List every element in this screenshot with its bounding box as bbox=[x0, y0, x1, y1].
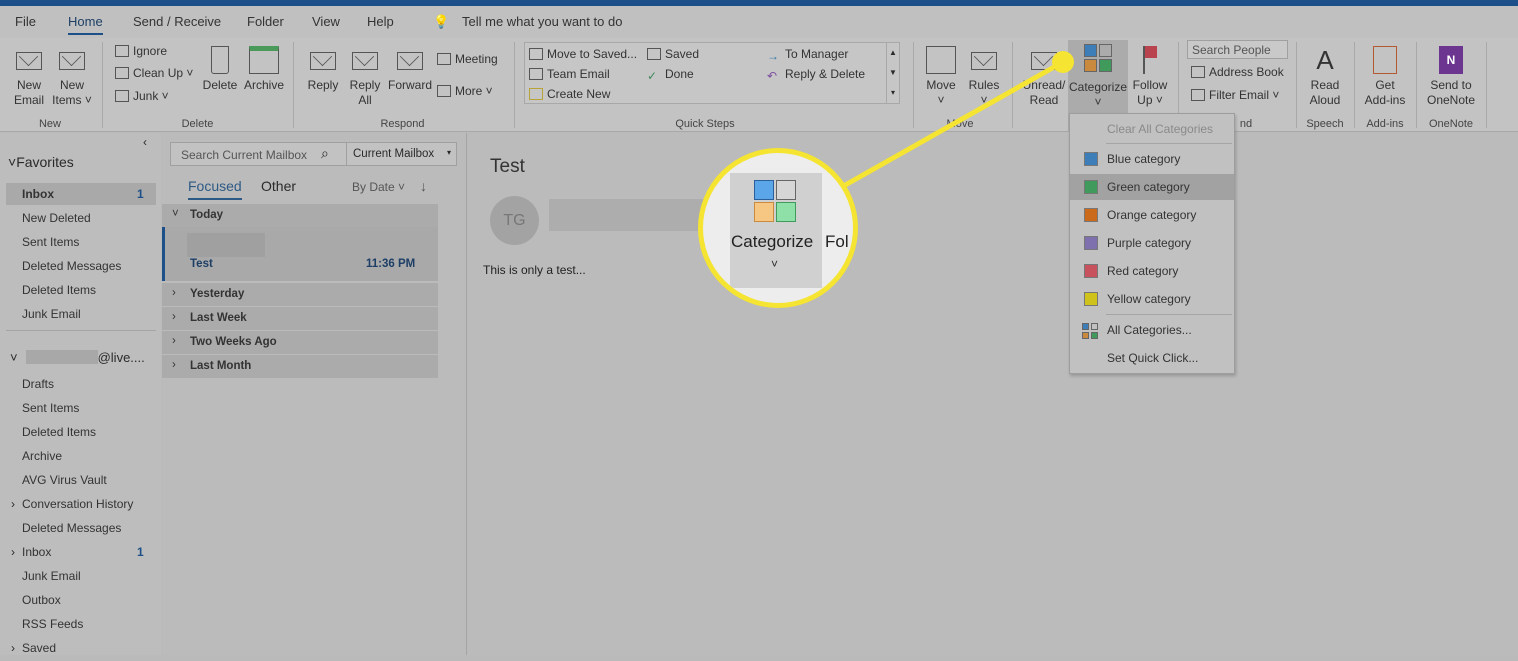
categorize-icon bbox=[754, 180, 796, 222]
magnified-follow-label: Fol bbox=[825, 232, 849, 251]
magnified-categorize-label: Categorize bbox=[731, 232, 814, 251]
categorize-icon bbox=[1082, 323, 1098, 339]
all-categories[interactable]: All Categories... bbox=[1070, 317, 1234, 343]
category-swatch-icon bbox=[1084, 264, 1098, 278]
category-swatch-icon bbox=[1084, 236, 1098, 250]
category-swatch-icon bbox=[1084, 208, 1098, 222]
divider bbox=[1106, 314, 1232, 315]
category-item[interactable]: Green category bbox=[1070, 174, 1234, 200]
magnifier-callout: Categorize ad/ Fol ˅ bbox=[698, 148, 858, 308]
category-swatch-icon bbox=[1084, 152, 1098, 166]
clear-all-categories[interactable]: Clear All Categories bbox=[1070, 116, 1234, 142]
divider bbox=[1106, 143, 1232, 144]
callout-pointer bbox=[838, 51, 1074, 191]
category-swatch-icon bbox=[1084, 292, 1098, 306]
category-item[interactable]: Purple category bbox=[1070, 230, 1234, 256]
category-item[interactable]: Blue category bbox=[1070, 146, 1234, 172]
category-swatch-icon bbox=[1084, 180, 1098, 194]
callout-dot bbox=[1052, 51, 1074, 73]
set-quick-click[interactable]: Set Quick Click... bbox=[1070, 345, 1234, 371]
category-item[interactable]: Orange category bbox=[1070, 202, 1234, 228]
category-item[interactable]: Yellow category bbox=[1070, 286, 1234, 312]
categorize-menu: Clear All Categories Blue category Green … bbox=[1069, 113, 1235, 374]
callout-line bbox=[838, 59, 1065, 191]
chevron-down-icon: ˅ bbox=[771, 257, 779, 271]
category-item[interactable]: Red category bbox=[1070, 258, 1234, 284]
